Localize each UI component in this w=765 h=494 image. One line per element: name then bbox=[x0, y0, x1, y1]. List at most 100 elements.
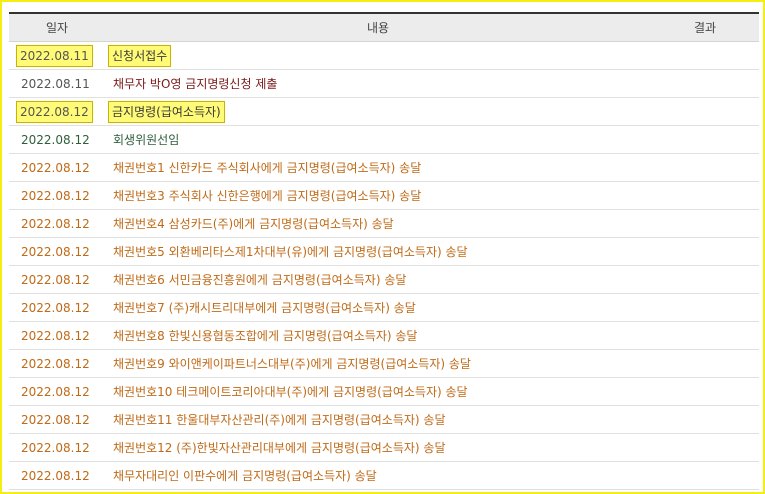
row-result bbox=[651, 97, 759, 126]
row-content-cell: 채권번호10 테크메이트코리아대부(주)에게 금지명령(급여소득자) 송달 bbox=[105, 377, 651, 406]
row-date: 2022.08.12 bbox=[21, 132, 90, 147]
row-result bbox=[651, 153, 759, 182]
row-content-cell: 회생위원선임 bbox=[105, 125, 651, 154]
row-result bbox=[651, 237, 759, 266]
row-date-cell: 2022.08.12 bbox=[9, 181, 105, 210]
row-date-cell: 2022.08.12 bbox=[9, 321, 105, 350]
row-content: 채권번호1 신한카드 주식회사에게 금지명령(급여소득자) 송달 bbox=[113, 161, 422, 175]
row-date: 2022.08.12 bbox=[21, 440, 90, 455]
row-content-cell: 채권번호6 서민금융진흥원에게 금지명령(급여소득자) 송달 bbox=[105, 265, 651, 294]
case-history-table: 일자 내용 결과 2022.08.11 신청서접수 2022.08.11 채무자 박O… bbox=[9, 12, 759, 490]
row-content-cell: 채권번호1 신한카드 주식회사에게 금지명령(급여소득자) 송달 bbox=[105, 153, 651, 182]
row-date: 2022.08.12 bbox=[21, 328, 90, 343]
row-date: 2022.08.12 bbox=[21, 412, 90, 427]
row-content-cell: 채권번호9 와이앤케이파트너스대부(주)에게 금지명령(급여소득자) 송달 bbox=[105, 349, 651, 378]
row-date-cell: 2022.08.11 bbox=[9, 41, 105, 70]
row-date-cell: 2022.08.12 bbox=[9, 125, 105, 154]
row-result bbox=[651, 377, 759, 406]
row-date-cell: 2022.08.12 bbox=[9, 265, 105, 294]
row-content: 회생위원선임 bbox=[113, 133, 180, 147]
row-result bbox=[651, 265, 759, 294]
table-row: 2022.08.12 채권번호5 외환베리타스제1차대부(유)에게 금지명령(급여… bbox=[9, 237, 759, 266]
row-result bbox=[651, 41, 759, 70]
row-result bbox=[651, 321, 759, 350]
row-date-cell: 2022.08.12 bbox=[9, 377, 105, 406]
row-content: 채무자 박O영 금지명령신청 제출 bbox=[113, 77, 278, 91]
row-date: 2022.08.12 bbox=[16, 100, 93, 123]
row-date: 2022.08.12 bbox=[21, 160, 90, 175]
table-row: 2022.08.12 채무자대리인 이판수에게 금지명령(급여소득자) 송달 bbox=[9, 461, 759, 490]
column-header-content: 내용 bbox=[105, 12, 651, 42]
row-content-cell: 신청서접수 bbox=[105, 41, 651, 70]
row-content: 채권번호3 주식회사 신한은행에게 금지명령(급여소득자) 송달 bbox=[113, 189, 422, 203]
row-content: 채무자대리인 이판수에게 금지명령(급여소득자) 송달 bbox=[113, 469, 377, 483]
table-row: 2022.08.11 신청서접수 bbox=[9, 41, 759, 70]
table-row: 2022.08.12 채권번호10 테크메이트코리아대부(주)에게 금지명령(급여… bbox=[9, 377, 759, 406]
row-content: 채권번호6 서민금융진흥원에게 금지명령(급여소득자) 송달 bbox=[113, 273, 407, 287]
row-result bbox=[651, 209, 759, 238]
row-content-cell: 채권번호5 외환베리타스제1차대부(유)에게 금지명령(급여소득자) 송달 bbox=[105, 237, 651, 266]
row-content: 채권번호9 와이앤케이파트너스대부(주)에게 금지명령(급여소득자) 송달 bbox=[113, 357, 471, 371]
row-content-cell: 채무자대리인 이판수에게 금지명령(급여소득자) 송달 bbox=[105, 461, 651, 490]
row-date: 2022.08.12 bbox=[21, 272, 90, 287]
row-content: 채권번호11 한울대부자산관리(주)에게 금지명령(급여소득자) 송달 bbox=[113, 413, 446, 427]
row-date: 2022.08.12 bbox=[21, 356, 90, 371]
row-result bbox=[651, 433, 759, 462]
table-row: 2022.08.12 채권번호6 서민금융진흥원에게 금지명령(급여소득자) 송달 bbox=[9, 265, 759, 294]
row-result bbox=[651, 461, 759, 490]
row-date: 2022.08.12 bbox=[21, 216, 90, 231]
row-date-cell: 2022.08.12 bbox=[9, 237, 105, 266]
row-date-cell: 2022.08.12 bbox=[9, 405, 105, 434]
row-content: 채권번호10 테크메이트코리아대부(주)에게 금지명령(급여소득자) 송달 bbox=[113, 385, 468, 399]
row-content-cell: 채무자 박O영 금지명령신청 제출 bbox=[105, 69, 651, 98]
row-result bbox=[651, 69, 759, 98]
row-date: 2022.08.12 bbox=[21, 384, 90, 399]
row-content: 채권번호5 외환베리타스제1차대부(유)에게 금지명령(급여소득자) 송달 bbox=[113, 245, 468, 259]
row-content-cell: 채권번호3 주식회사 신한은행에게 금지명령(급여소득자) 송달 bbox=[105, 181, 651, 210]
row-date: 2022.08.11 bbox=[16, 44, 93, 67]
table-row: 2022.08.12 채권번호4 삼성카드(주)에게 금지명령(급여소득자) 송달 bbox=[9, 209, 759, 238]
table-row: 2022.08.12 채권번호11 한울대부자산관리(주)에게 금지명령(급여소득… bbox=[9, 405, 759, 434]
column-header-result: 결과 bbox=[651, 12, 759, 42]
row-content: 금지명령(급여소득자) bbox=[108, 100, 225, 123]
row-result bbox=[651, 349, 759, 378]
row-date: 2022.08.12 bbox=[21, 468, 90, 483]
row-date: 2022.08.12 bbox=[21, 244, 90, 259]
row-date: 2022.08.11 bbox=[21, 76, 90, 91]
screenshot-frame: 일자 내용 결과 2022.08.11 신청서접수 2022.08.11 채무자 박O… bbox=[0, 0, 765, 494]
table-row: 2022.08.12 채권번호1 신한카드 주식회사에게 금지명령(급여소득자) … bbox=[9, 153, 759, 182]
row-content-cell: 채권번호12 (주)한빛자산관리대부에게 금지명령(급여소득자) 송달 bbox=[105, 433, 651, 462]
row-content: 채권번호4 삼성카드(주)에게 금지명령(급여소득자) 송달 bbox=[113, 217, 394, 231]
row-date-cell: 2022.08.12 bbox=[9, 209, 105, 238]
row-result bbox=[651, 181, 759, 210]
row-date-cell: 2022.08.12 bbox=[9, 97, 105, 126]
table-row: 2022.08.12 채권번호12 (주)한빛자산관리대부에게 금지명령(급여소득… bbox=[9, 433, 759, 462]
table-row: 2022.08.11 채무자 박O영 금지명령신청 제출 bbox=[9, 69, 759, 98]
table-row: 2022.08.12 회생위원선임 bbox=[9, 125, 759, 154]
row-result bbox=[651, 125, 759, 154]
row-content-cell: 채권번호11 한울대부자산관리(주)에게 금지명령(급여소득자) 송달 bbox=[105, 405, 651, 434]
table-row: 2022.08.12 채권번호8 한빛신용협동조합에게 금지명령(급여소득자) 송… bbox=[9, 321, 759, 350]
table-row: 2022.08.12 채권번호3 주식회사 신한은행에게 금지명령(급여소득자) … bbox=[9, 181, 759, 210]
column-header-date: 일자 bbox=[9, 12, 105, 42]
row-date-cell: 2022.08.12 bbox=[9, 293, 105, 322]
row-date: 2022.08.12 bbox=[21, 188, 90, 203]
row-content: 채권번호8 한빛신용협동조합에게 금지명령(급여소득자) 송달 bbox=[113, 329, 418, 343]
row-date-cell: 2022.08.12 bbox=[9, 349, 105, 378]
table-header-row: 일자 내용 결과 bbox=[9, 12, 759, 42]
row-content-cell: 채권번호8 한빛신용협동조합에게 금지명령(급여소득자) 송달 bbox=[105, 321, 651, 350]
row-result bbox=[651, 293, 759, 322]
table-row: 2022.08.12 금지명령(급여소득자) bbox=[9, 97, 759, 126]
table-header: 일자 내용 결과 bbox=[9, 12, 759, 42]
row-content-cell: 채권번호7 (주)캐시트리대부에게 금지명령(급여소득자) 송달 bbox=[105, 293, 651, 322]
row-date-cell: 2022.08.12 bbox=[9, 433, 105, 462]
row-date: 2022.08.12 bbox=[21, 300, 90, 315]
row-result bbox=[651, 405, 759, 434]
table-row: 2022.08.12 채권번호7 (주)캐시트리대부에게 금지명령(급여소득자) … bbox=[9, 293, 759, 322]
row-content: 채권번호12 (주)한빛자산관리대부에게 금지명령(급여소득자) 송달 bbox=[113, 441, 446, 455]
row-date-cell: 2022.08.12 bbox=[9, 153, 105, 182]
table-row: 2022.08.12 채권번호9 와이앤케이파트너스대부(주)에게 금지명령(급여… bbox=[9, 349, 759, 378]
table-body: 2022.08.11 신청서접수 2022.08.11 채무자 박O영 금지명령신청 … bbox=[9, 41, 759, 490]
row-content-cell: 채권번호4 삼성카드(주)에게 금지명령(급여소득자) 송달 bbox=[105, 209, 651, 238]
row-content: 채권번호7 (주)캐시트리대부에게 금지명령(급여소득자) 송달 bbox=[113, 301, 416, 315]
